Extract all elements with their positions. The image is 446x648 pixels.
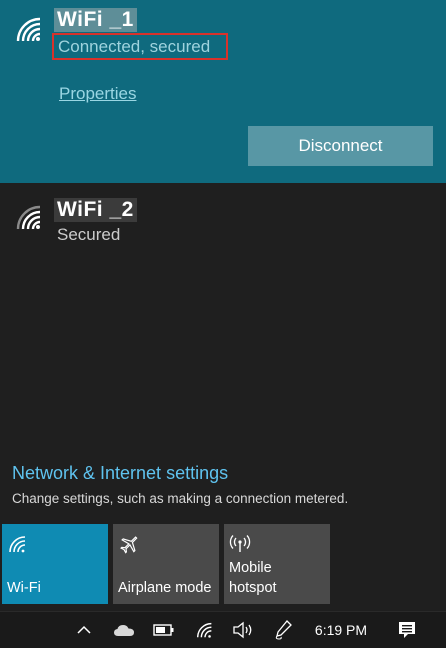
pen-icon [275, 620, 292, 640]
network-tray-button[interactable] [191, 612, 219, 648]
show-hidden-icons-button[interactable] [72, 612, 96, 648]
network-settings-link[interactable]: Network & Internet settings [12, 463, 228, 484]
tile-label: Mobile hotspot [229, 560, 277, 596]
network-item-wifi-1[interactable]: WiFi _1 Connected, secured Properties Di… [0, 0, 446, 183]
disconnect-button[interactable]: Disconnect [248, 126, 433, 166]
network-status: Connected, secured [58, 37, 211, 56]
battery-icon [153, 624, 174, 636]
properties-link[interactable]: Properties [59, 84, 136, 104]
tile-wifi[interactable]: Wi-Fi [2, 524, 108, 604]
taskbar: 6:19 PM [0, 611, 446, 648]
volume-icon [233, 621, 252, 639]
battery-button[interactable] [150, 612, 178, 648]
hotspot-icon [229, 535, 251, 552]
airplane-icon [120, 536, 138, 554]
network-name: WiFi _1 [54, 8, 137, 32]
tile-label: Airplane mode [118, 580, 212, 596]
wifi-signal-icon [16, 17, 41, 42]
onedrive-cloud-icon [114, 625, 134, 636]
network-item-wifi-2[interactable]: WiFi _2 Secured [0, 190, 446, 260]
tile-mobile-hotspot[interactable]: Mobile hotspot [224, 524, 330, 604]
wifi-icon [197, 622, 212, 638]
network-settings-description: Change settings, such as making a connec… [12, 491, 349, 506]
onedrive-button[interactable] [110, 612, 138, 648]
clock[interactable]: 6:19 PM [305, 612, 377, 648]
wifi-signal-icon [16, 205, 41, 230]
volume-button[interactable] [229, 612, 257, 648]
tile-label: Wi-Fi [7, 580, 41, 596]
action-center-icon [399, 622, 415, 638]
tile-airplane-mode[interactable]: Airplane mode [113, 524, 219, 604]
wifi-icon [9, 536, 26, 553]
network-status: Secured [57, 225, 121, 244]
network-flyout: WiFi _1 Connected, secured Properties Di… [0, 0, 446, 611]
pen-workspace-button[interactable] [269, 612, 297, 648]
network-name: WiFi _2 [54, 198, 137, 222]
action-center-button[interactable] [392, 612, 422, 648]
chevron-up-icon [77, 625, 91, 634]
